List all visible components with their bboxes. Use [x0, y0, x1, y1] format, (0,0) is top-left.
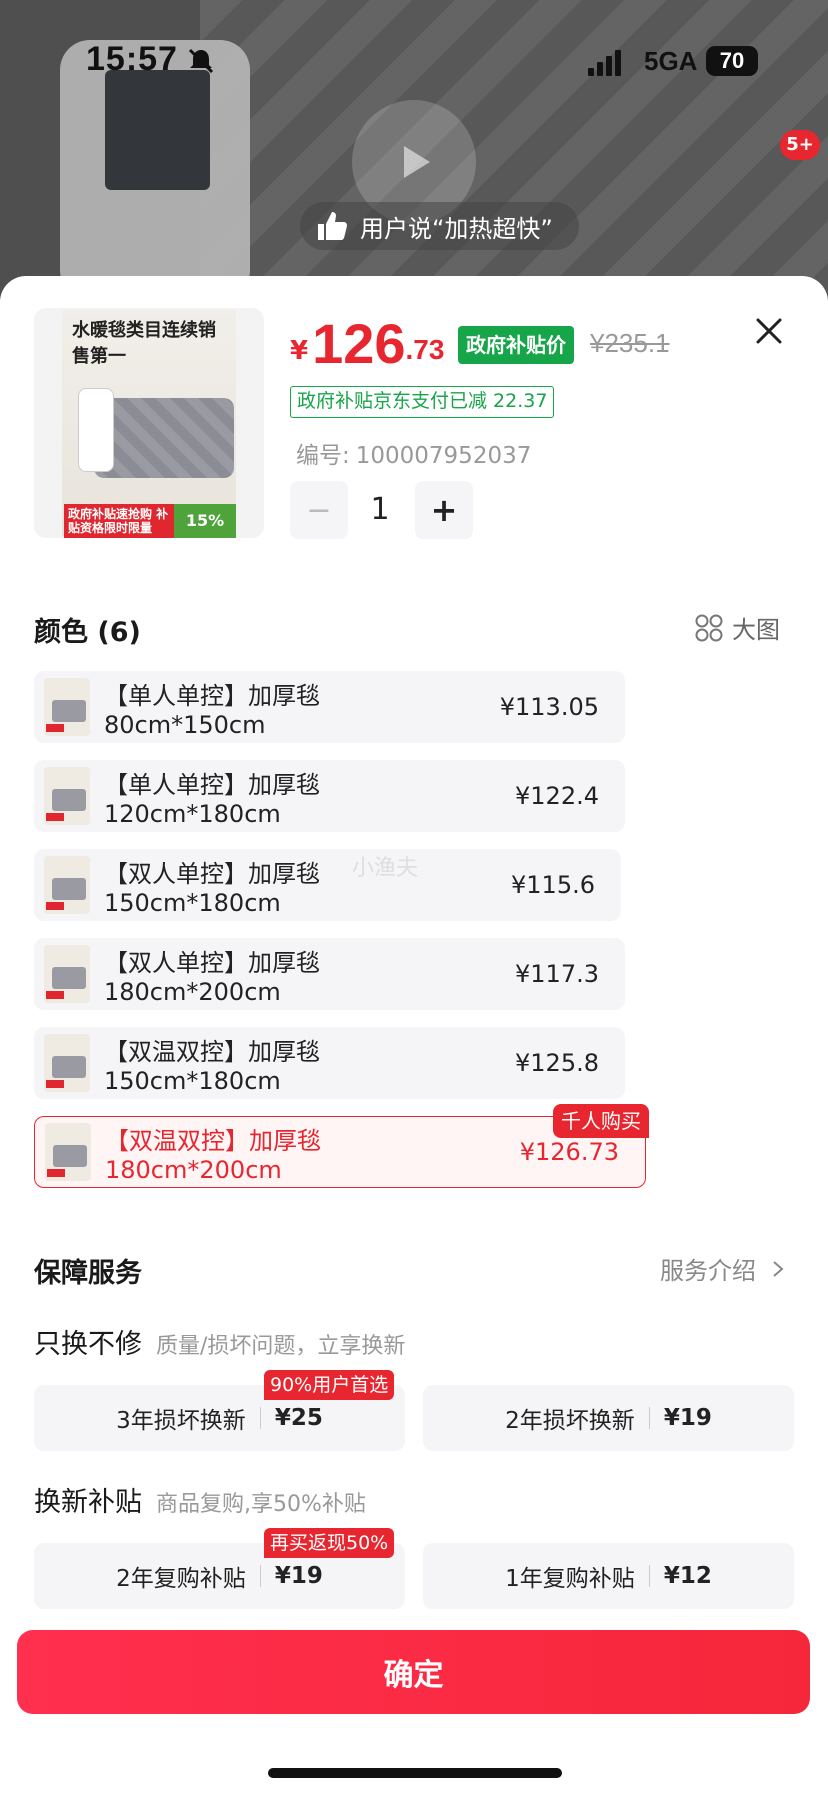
service-option-label: 3年损坏换新: [116, 1408, 246, 1434]
service-group: 只换不修 质量/损坏问题，立享换新: [34, 1322, 405, 1361]
option-thumbnail: [44, 945, 90, 1003]
sku-label: 编号:: [296, 443, 350, 469]
option-label: 【单人单控】加厚毯 80cm*150cm: [104, 681, 320, 739]
big-view-label: 大图: [732, 616, 780, 644]
original-price: ¥235.1: [590, 328, 670, 358]
remote-image: [78, 388, 114, 472]
big-view-button[interactable]: 大图: [694, 610, 780, 645]
color-option[interactable]: 【单人单控】加厚毯 80cm*150cm ¥113.05: [34, 671, 625, 743]
chevron-right-icon: [773, 1260, 784, 1277]
status-bar: 15:57 5GA 70: [0, 0, 828, 120]
color-option[interactable]: 【双温双控】加厚毯 150cm*180cm ¥125.8: [34, 1027, 625, 1099]
review-bubble[interactable]: 用户说“加热超快”: [300, 202, 579, 250]
option-thumbnail: [45, 1123, 91, 1181]
thumbnail-discount: 15%: [174, 504, 236, 538]
service-badge: 再买返现50%: [264, 1528, 395, 1558]
quantity-minus-button[interactable]: −: [290, 481, 348, 539]
color-section-title: 颜色 (6): [34, 617, 141, 648]
option-price: ¥122.4: [515, 782, 599, 810]
blanket-image: [94, 398, 234, 478]
option-price: ¥126.73: [519, 1138, 619, 1166]
notification-badge: 5+: [780, 130, 820, 160]
home-indicator[interactable]: [268, 1768, 562, 1778]
review-text: 用户说“加热超快”: [360, 214, 553, 243]
signal-icon: [588, 50, 621, 76]
service-group-desc: 质量/损坏问题，立享换新: [156, 1334, 406, 1359]
service-option-price: ¥25: [274, 1405, 323, 1431]
sku-number: 编号: 100007952037: [290, 436, 531, 470]
service-option-label: 2年损坏换新: [505, 1408, 635, 1434]
option-label: 【双人单控】加厚毯 180cm*200cm: [104, 948, 320, 1006]
bell-muted-icon: [188, 48, 214, 74]
option-thumbnail: [44, 856, 90, 914]
thumbs-up-icon: [318, 212, 347, 240]
color-option[interactable]: 【双人单控】加厚毯 180cm*200cm ¥117.3: [34, 938, 625, 1010]
close-icon[interactable]: [750, 312, 788, 350]
confirm-button[interactable]: 确定: [17, 1630, 810, 1714]
service-section-title: 保障服务: [34, 1258, 142, 1289]
gov-subsidy-tag: 政府补贴价: [458, 326, 574, 364]
option-thumbnail: [44, 678, 90, 736]
service-badge: 90%用户首选: [264, 1370, 395, 1400]
network-label: 5GA: [644, 46, 698, 76]
option-price: ¥113.05: [499, 693, 599, 721]
quantity-value[interactable]: 1: [350, 481, 410, 539]
color-option[interactable]: 【双人单控】加厚毯 150cm*180cm ¥115.6: [34, 849, 621, 921]
option-price: ¥125.8: [515, 1049, 599, 1077]
battery-icon: 70: [706, 46, 758, 76]
thumbnail-title: 水暖毯类目连续销售第一: [72, 320, 216, 367]
status-time: 15:57: [86, 40, 178, 78]
service-option-price: ¥12: [663, 1563, 712, 1589]
sku-value: 100007952037: [355, 443, 532, 469]
service-group: 换新补贴 商品复购,享50%补贴: [34, 1480, 366, 1519]
option-price: ¥117.3: [515, 960, 599, 988]
option-label: 【双温双控】加厚毯 150cm*180cm: [104, 1037, 320, 1095]
option-thumbnail: [44, 767, 90, 825]
service-group-desc: 商品复购,享50%补贴: [156, 1492, 366, 1517]
price-integer: 126: [312, 312, 406, 375]
service-intro-link[interactable]: 服务介绍: [660, 1251, 788, 1286]
color-option[interactable]: 【单人单控】加厚毯 120cm*180cm ¥122.4: [34, 760, 625, 832]
product-thumbnail[interactable]: 水暖毯类目连续销售第一 政府补贴速抢购 补贴资格限时限量 15%: [34, 308, 264, 538]
service-option-label: 1年复购补贴: [505, 1566, 635, 1592]
screen: 15:57 5GA 70 5+ 用户说“加热超快” 水暖毯类目连续销售第一 政府…: [0, 0, 828, 1796]
price-decimal: .73: [405, 334, 445, 365]
price: ¥ 126 .73: [290, 312, 444, 372]
watermark: 小渔夫: [352, 856, 419, 881]
service-option-price: ¥19: [274, 1563, 323, 1589]
option-label: 【双人单控】加厚毯 150cm*180cm: [104, 859, 320, 917]
subsidy-note: 政府补贴京东支付已减 22.37: [290, 386, 555, 418]
service-option[interactable]: 1年复购补贴 ¥12: [423, 1543, 794, 1609]
service-option-label: 2年复购补贴: [116, 1566, 246, 1592]
option-label: 【单人单控】加厚毯 120cm*180cm: [104, 770, 320, 828]
service-intro-label: 服务介绍: [660, 1257, 756, 1285]
thumbnail-promo: 政府补贴速抢购 补贴资格限时限量: [64, 504, 174, 538]
service-group-title: 只换不修: [34, 1329, 142, 1360]
quantity-plus-button[interactable]: +: [415, 481, 473, 539]
option-thumbnail: [44, 1034, 90, 1092]
service-option-price: ¥19: [663, 1405, 712, 1431]
service-group-title: 换新补贴: [34, 1487, 142, 1518]
option-price: ¥115.6: [511, 871, 595, 899]
popular-badge: 千人购买: [553, 1104, 649, 1138]
grid-icon: [695, 614, 723, 641]
option-label: 【双温双控】加厚毯 180cm*200cm: [105, 1126, 321, 1184]
sku-sheet: 水暖毯类目连续销售第一 政府补贴速抢购 补贴资格限时限量 15% ¥ 126 .…: [0, 276, 828, 1796]
price-currency: ¥: [290, 336, 309, 366]
service-option[interactable]: 2年损坏换新 ¥19: [423, 1385, 794, 1451]
